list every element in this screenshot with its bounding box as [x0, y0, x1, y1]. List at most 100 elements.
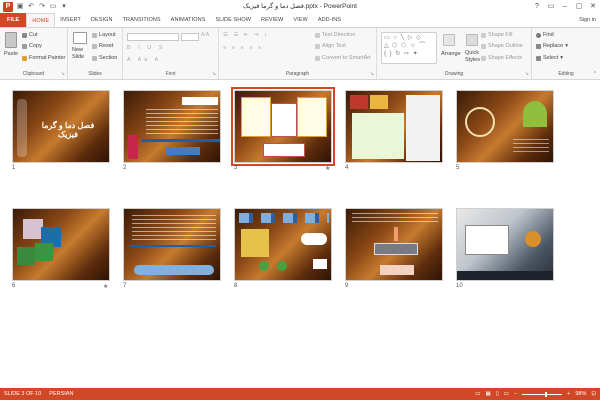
convert-to-smartart-button[interactable]: Convert to SmartArt: [315, 55, 371, 61]
normal-view-icon[interactable]: ▭: [475, 391, 480, 397]
drawing-group: ▭ ○ ╲ ▷ ◇ △ ⬡ ⬠ ☆ ⌒{ } ↻ ⇨ ✦ Arrange Quic…: [377, 28, 532, 79]
slideshow-view-icon[interactable]: ▭: [504, 391, 509, 397]
tab-add-ins[interactable]: ADD-INS: [313, 13, 346, 27]
format-painter-button[interactable]: Format Painter: [22, 55, 65, 61]
font-dialog-launcher-icon[interactable]: ↘: [212, 71, 216, 77]
replace-icon: [536, 43, 541, 49]
copy-button[interactable]: Copy: [22, 43, 42, 49]
clipboard-dialog-launcher-icon[interactable]: ↘: [61, 71, 65, 77]
tab-slide-show[interactable]: SLIDE SHOW: [211, 13, 257, 27]
tab-transitions[interactable]: TRANSITIONS: [118, 13, 166, 27]
cube-shape: [35, 243, 53, 261]
sign-in-link[interactable]: Sign in: [579, 13, 596, 27]
slide-sorter-view-icon[interactable]: ▦: [486, 391, 491, 397]
smartart-label: Convert to SmartArt: [322, 55, 371, 61]
text-box: [263, 143, 305, 157]
slide-thumbnail-3[interactable]: [231, 87, 335, 166]
minimize-button[interactable]: –: [558, 0, 572, 13]
redo-icon[interactable]: ↷: [38, 3, 46, 11]
slide-thumbnail-4[interactable]: [345, 90, 443, 163]
find-button[interactable]: Find: [536, 32, 554, 38]
select-button[interactable]: Select ▾: [536, 55, 563, 61]
zoom-slider[interactable]: [522, 391, 563, 397]
arrange-icon: [443, 34, 455, 46]
reading-view-icon[interactable]: ▯: [496, 391, 499, 397]
arrange-button[interactable]: Arrange: [441, 51, 461, 57]
divider-bar: [130, 245, 216, 247]
slide-thumbnail-8[interactable]: [234, 208, 332, 281]
list-buttons[interactable]: ☰ ☰ ⇤ ⇥ ↕: [223, 32, 269, 38]
tab-design[interactable]: DESIGN: [86, 13, 118, 27]
tab-home[interactable]: HOME: [26, 13, 56, 27]
new-slide-button[interactable]: New: [72, 47, 83, 53]
font-name-field[interactable]: [127, 33, 179, 41]
animation-star-icon: ★: [103, 284, 109, 290]
paragraph-dialog-launcher-icon[interactable]: ↘: [370, 71, 374, 77]
tab-file[interactable]: FILE: [0, 13, 27, 27]
zoom-in-button[interactable]: +: [567, 391, 570, 397]
slide-thumbnail-9[interactable]: [345, 208, 443, 281]
zoom-level[interactable]: 98%: [575, 391, 586, 397]
customize-qat-icon[interactable]: ▾: [60, 3, 68, 11]
new-slide-button-2[interactable]: Slide: [72, 54, 84, 60]
align-buttons[interactable]: ≡ ≡ ≡ ≡ ≡: [223, 45, 263, 51]
slide-thumbnail-6[interactable]: [12, 208, 110, 281]
zoom-out-button[interactable]: −: [514, 391, 517, 397]
fit-slide-icon[interactable]: ⊡: [591, 391, 596, 397]
slide-thumbnail-2[interactable]: [123, 90, 221, 163]
slide-thumbnail-5[interactable]: [456, 90, 554, 163]
ribbon-display-options-button[interactable]: ▭: [544, 0, 558, 13]
help-button[interactable]: ?: [530, 0, 544, 13]
font-color-buttons[interactable]: A Aa A: [127, 57, 161, 63]
circle-shape: [277, 261, 287, 271]
close-button[interactable]: ✕: [586, 0, 600, 13]
quick-styles-icon: [466, 34, 478, 46]
align-text-button[interactable]: Align Text: [315, 43, 346, 49]
font-format-buttons[interactable]: B I U S: [127, 45, 165, 51]
quick-styles-label-2: Styles: [465, 57, 480, 63]
font-group: A A B I U S A Aa A Font ↘: [123, 28, 219, 79]
slide-thumbnail-10[interactable]: [456, 208, 554, 281]
reset-button[interactable]: Reset: [92, 43, 113, 49]
shape-effects-button[interactable]: Shape Effects: [481, 55, 522, 61]
text-direction-label: Text Direction: [322, 32, 356, 38]
font-size-field[interactable]: [181, 33, 199, 41]
quick-styles-button[interactable]: Quick: [465, 50, 479, 56]
tab-review[interactable]: REVIEW: [256, 13, 288, 27]
quick-styles-label: Quick: [465, 50, 480, 56]
slide-thumbnail-7[interactable]: [123, 208, 221, 281]
language-status[interactable]: PERSIAN: [49, 391, 73, 397]
section-button[interactable]: Section: [92, 55, 117, 61]
slide-number: 1: [12, 165, 16, 171]
slide-number: 10: [456, 283, 463, 289]
arrow-shape: [313, 259, 327, 269]
animation-star-icon: ★: [325, 166, 331, 172]
maximize-button[interactable]: ▢: [572, 0, 586, 13]
start-slideshow-icon[interactable]: ▭: [49, 3, 57, 11]
tab-animations[interactable]: ANIMATIONS: [166, 13, 211, 27]
tab-view[interactable]: VIEW: [288, 13, 312, 27]
tab-insert[interactable]: INSERT: [55, 13, 86, 27]
quick-styles-button-2[interactable]: Styles: [465, 57, 480, 63]
layout-button[interactable]: Layout: [92, 32, 116, 38]
cut-button[interactable]: Cut: [22, 32, 38, 38]
text-direction-button[interactable]: Text Direction: [315, 32, 355, 38]
save-icon[interactable]: ▣: [16, 3, 24, 11]
chart-image: [523, 101, 547, 127]
shapes-gallery[interactable]: ▭ ○ ╲ ▷ ◇ △ ⬡ ⬠ ☆ ⌒{ } ↻ ⇨ ✦: [381, 32, 437, 64]
zoom-slider-knob[interactable]: [544, 391, 547, 397]
collapse-ribbon-icon[interactable]: ^: [594, 71, 596, 77]
replace-button[interactable]: Replace ▾: [536, 43, 568, 49]
undo-icon[interactable]: ↶: [27, 3, 35, 11]
shape-outline-button[interactable]: Shape Outline: [481, 43, 523, 49]
editing-group: Find Replace ▾ Select ▾ Editing ^: [532, 28, 600, 79]
drawing-dialog-launcher-icon[interactable]: ↘: [525, 71, 529, 77]
shape-fill-button[interactable]: Shape Fill: [481, 32, 512, 38]
text-box: [380, 265, 414, 275]
slide-thumbnail-1[interactable]: فصل دما و گرما فیزیک: [12, 90, 110, 163]
slide-number: 3: [234, 165, 238, 171]
find-icon: [536, 32, 541, 38]
font-size-buttons[interactable]: A A: [201, 32, 209, 38]
paste-button[interactable]: Paste: [4, 51, 18, 57]
new-slide-label: New: [72, 47, 84, 53]
